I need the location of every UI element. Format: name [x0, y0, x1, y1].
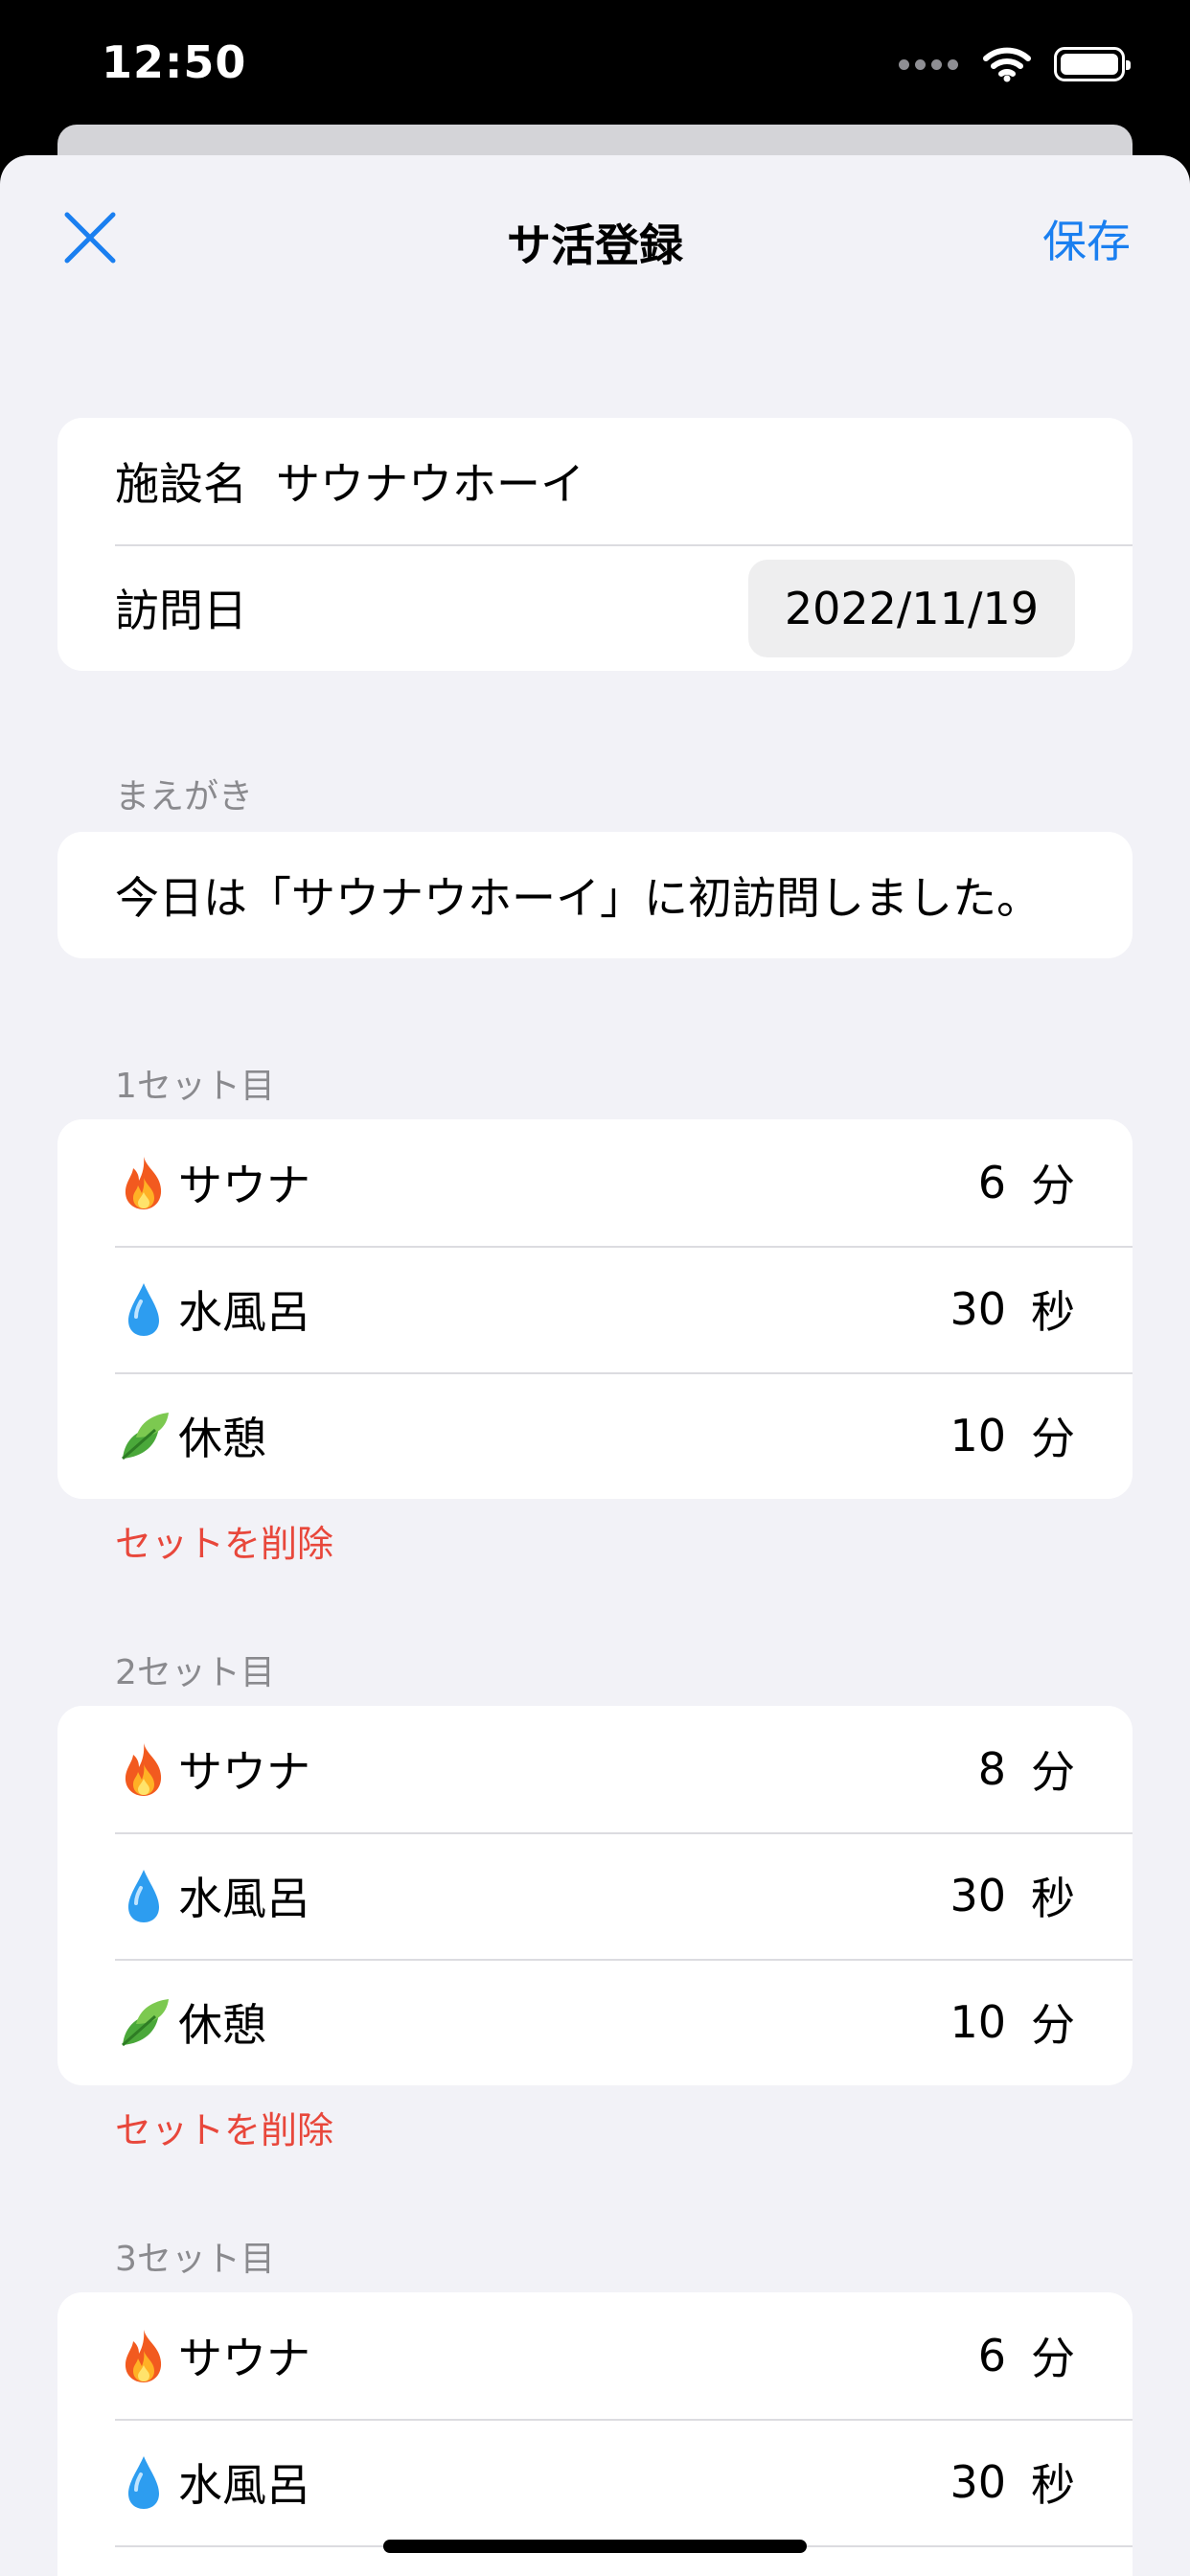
- leaf-icon: [122, 1413, 169, 1460]
- save-button[interactable]: 保存: [1042, 207, 1131, 270]
- set-2-card: サウナ 8 分 水風呂 30 秒 休憩 10 分: [57, 1706, 1133, 2085]
- set-1-card: サウナ 6 分 水風呂 30 秒 休憩 10 分: [57, 1119, 1133, 1499]
- modal-sheet: サ活登録 保存 施設名 サウナウホーイ 訪問日 2022/11/19 まえがき …: [0, 155, 1190, 2576]
- nav-bar: サ活登録 保存: [0, 155, 1190, 316]
- duration-unit: 秒: [1031, 1286, 1075, 1338]
- sauna-row[interactable]: サウナ 6 分: [57, 2292, 1133, 2419]
- set-2-header: 2セット目: [115, 1653, 275, 1692]
- rest-duration[interactable]: 10 分: [950, 1959, 1075, 2085]
- cold-bath-duration[interactable]: 30 秒: [950, 1832, 1075, 1959]
- wifi-icon: [983, 47, 1031, 82]
- rest-duration[interactable]: 10 分: [950, 1372, 1075, 1499]
- sauna-duration[interactable]: 8 分: [978, 1706, 1075, 1832]
- home-indicator: [383, 2540, 807, 2553]
- delete-set-1-button[interactable]: セットを削除: [115, 1514, 333, 1567]
- duration-value: 30: [950, 2456, 1006, 2508]
- preface-text-field[interactable]: 今日は「サウナウホーイ」に初訪問しました。: [115, 863, 1041, 927]
- sauna-row[interactable]: サウナ 8 分: [57, 1706, 1133, 1832]
- sauna-label: サウナ: [178, 1746, 310, 1798]
- duration-unit: 分: [1031, 1999, 1075, 2051]
- cold-bath-label: 水風呂: [178, 2459, 310, 2511]
- set-3-header: 3セット目: [115, 2240, 275, 2279]
- visit-date-row: 訪問日 2022/11/19: [57, 544, 1133, 671]
- duration-value: 8: [977, 1743, 1006, 1795]
- status-bar: 12:50: [0, 0, 1190, 125]
- status-icons: [899, 38, 1131, 90]
- duration-unit: 分: [1031, 1413, 1075, 1464]
- sauna-label: サウナ: [178, 1160, 310, 1211]
- set-3-card: サウナ 6 分 水風呂 30 秒: [57, 2292, 1133, 2576]
- duration-value: 10: [950, 1996, 1006, 2048]
- facility-label: 施設名: [115, 458, 247, 510]
- sauna-row[interactable]: サウナ 6 分: [57, 1119, 1133, 1246]
- visit-date-label: 訪問日: [115, 585, 247, 636]
- duration-value: 30: [950, 1283, 1006, 1335]
- preface-card: 今日は「サウナウホーイ」に初訪問しました。: [57, 832, 1133, 958]
- cold-bath-label: 水風呂: [178, 1286, 310, 1338]
- date-picker-button[interactable]: 2022/11/19: [747, 560, 1075, 657]
- preface-header: まえがき: [115, 777, 254, 816]
- info-card: 施設名 サウナウホーイ 訪問日 2022/11/19: [57, 418, 1133, 671]
- duration-unit: 分: [1031, 1160, 1075, 1211]
- page-title: サ活登録: [507, 219, 683, 271]
- cold-bath-duration[interactable]: 30 秒: [950, 1246, 1075, 1372]
- set-1-header: 1セット目: [115, 1067, 275, 1106]
- rest-row[interactable]: 休憩 10 分: [57, 1959, 1133, 2085]
- duration-unit: 秒: [1031, 2459, 1075, 2511]
- sauna-duration[interactable]: 6 分: [978, 1119, 1075, 1246]
- droplet-icon: [128, 1283, 159, 1336]
- facility-row[interactable]: 施設名 サウナウホーイ: [57, 418, 1133, 544]
- fire-icon: [125, 2330, 162, 2382]
- cellular-signal-icon: [899, 58, 958, 70]
- cold-bath-duration[interactable]: 30 秒: [950, 2419, 1075, 2545]
- cold-bath-row[interactable]: 水風呂 30 秒: [57, 1832, 1133, 1959]
- duration-unit: 分: [1031, 2333, 1075, 2384]
- droplet-icon: [128, 2456, 159, 2509]
- preface-row[interactable]: 今日は「サウナウホーイ」に初訪問しました。: [57, 832, 1133, 958]
- cold-bath-row[interactable]: 水風呂 30 秒: [57, 2419, 1133, 2545]
- battery-icon: [1054, 47, 1131, 81]
- duration-value: 6: [977, 2330, 1006, 2381]
- sauna-label: サウナ: [178, 2333, 310, 2384]
- leaf-icon: [122, 1999, 169, 2047]
- rest-row[interactable]: 休憩 10 分: [57, 1372, 1133, 1499]
- rest-label: 休憩: [178, 1999, 266, 2051]
- duration-value: 10: [950, 1410, 1006, 1461]
- duration-value: 30: [950, 1870, 1006, 1921]
- droplet-icon: [128, 1870, 159, 1922]
- duration-unit: 秒: [1031, 1873, 1075, 1924]
- rest-label: 休憩: [178, 1413, 266, 1464]
- cold-bath-row[interactable]: 水風呂 30 秒: [57, 1246, 1133, 1372]
- sauna-duration[interactable]: 6 分: [978, 2292, 1075, 2419]
- duration-unit: 分: [1031, 1746, 1075, 1798]
- fire-icon: [125, 1743, 162, 1796]
- fire-icon: [125, 1157, 162, 1209]
- duration-value: 6: [977, 1157, 1006, 1208]
- cold-bath-label: 水風呂: [178, 1873, 310, 1924]
- facility-name-field[interactable]: サウナウホーイ: [276, 449, 584, 513]
- status-time: 12:50: [102, 36, 247, 88]
- delete-set-2-button[interactable]: セットを削除: [115, 2101, 333, 2153]
